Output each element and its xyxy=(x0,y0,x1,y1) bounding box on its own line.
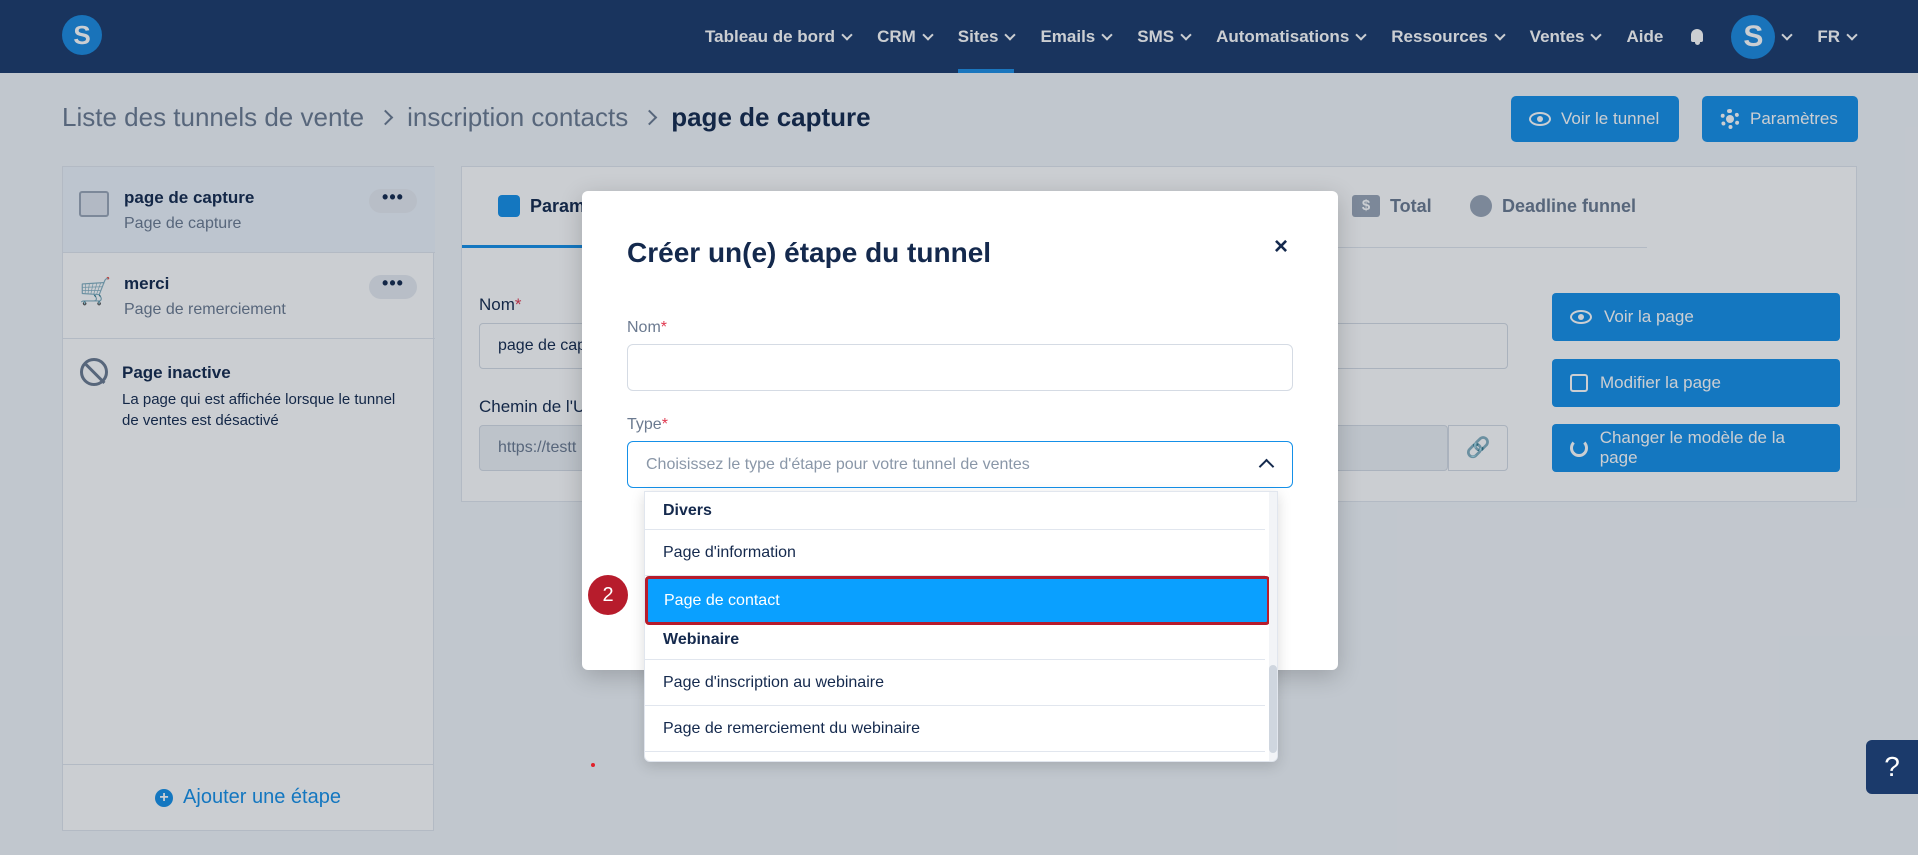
help-button[interactable]: ? xyxy=(1866,740,1918,794)
dropdown-group-webinaire: Webinaire xyxy=(663,631,740,648)
close-icon[interactable]: × xyxy=(1274,233,1288,261)
type-select[interactable]: Choisissez le type d'étape pour votre tu… xyxy=(627,441,1293,488)
dropdown-option[interactable]: Page d'information xyxy=(645,530,1265,576)
dropdown-option-selected[interactable]: Page de contact xyxy=(645,576,1270,625)
modal-type-label: Type* xyxy=(627,416,668,433)
modal-name-label: Nom* xyxy=(627,319,668,336)
cursor-dot xyxy=(591,763,595,767)
modal-title: Créer un(e) étape du tunnel xyxy=(627,237,992,268)
dropdown-option[interactable]: Page d'inscription au webinaire xyxy=(645,660,1265,706)
type-dropdown-list: Divers Page d'information Page de contac… xyxy=(644,491,1278,762)
chevron-up-icon xyxy=(1258,458,1275,475)
step-number-badge: 2 xyxy=(588,575,628,615)
dropdown-group-divers: Divers xyxy=(663,502,712,519)
modal-name-input[interactable] xyxy=(627,344,1293,391)
dropdown-scroll-thumb[interactable] xyxy=(1269,665,1277,753)
dropdown-option[interactable]: Page de remerciement du webinaire xyxy=(645,706,1265,752)
